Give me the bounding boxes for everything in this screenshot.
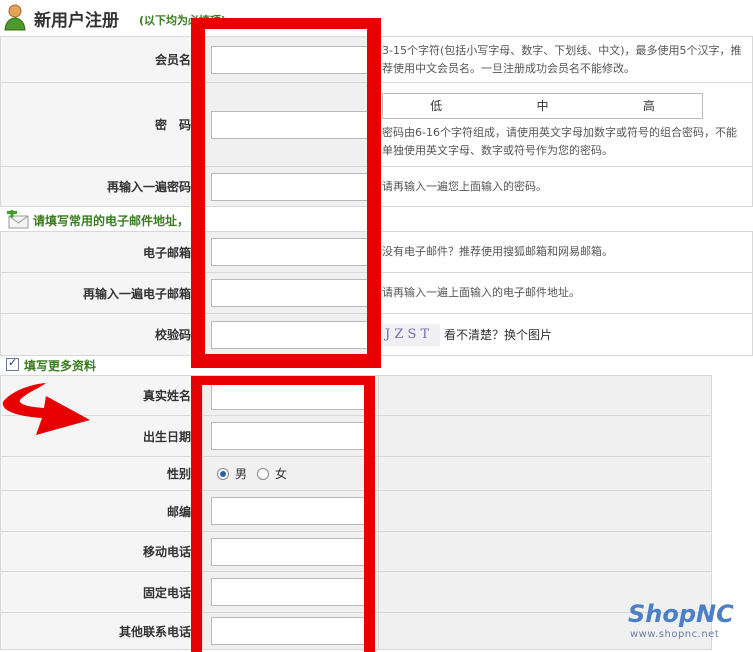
more-info-table: 真实姓名 出生日期 性别 男女 邮编 移动电话 固定电话 其他联系电话	[0, 375, 712, 650]
field-label-captcha: 校验码	[0, 313, 203, 356]
strength-low: 低	[430, 99, 443, 113]
more-info-section-title: 填写更多资料	[24, 359, 97, 373]
email-fields-table: 电子邮箱 没有电子邮件？推荐使用搜狐邮箱和网易邮箱。 再输入一遍电子邮箱 请再输…	[0, 231, 753, 356]
field-label-gender: 性别	[0, 456, 203, 491]
real-name-input[interactable]	[211, 381, 368, 410]
form-row: 其他联系电话	[0, 612, 712, 650]
birthdate-input[interactable]	[211, 422, 368, 450]
form-row: 密 码 低 中 高 密码由6-16个字符组成，请使用英文字母加数字或符号的组合密…	[0, 82, 753, 167]
field-label-phone: 固定电话	[0, 571, 203, 613]
form-row: 会员名 3-15个字符(包括小写字母、数字、下划线、中文)，最多使用5个汉字，推…	[0, 36, 753, 83]
field-label-username: 会员名	[0, 36, 203, 83]
form-row: 邮编	[0, 490, 712, 532]
field-label-email: 电子邮箱	[0, 231, 203, 273]
strength-mid: 中	[536, 99, 549, 113]
gender-female-label: 女	[275, 467, 288, 481]
field-label-postcode: 邮编	[0, 490, 203, 532]
more-info-checkbox[interactable]	[6, 356, 19, 371]
page-header: 新用户注册 (以下均为必填项)	[0, 0, 753, 36]
form-row: 性别 男女	[0, 456, 712, 491]
form-row: 再输入一遍密码 请再输入一遍您上面输入的密码。	[0, 166, 753, 207]
required-note: (以下均为必填项)	[139, 14, 227, 27]
shopnc-logo: ShopNC www.shopnc.net	[626, 600, 746, 644]
confirm-email-hint: 请再输入一遍上面输入的电子邮件地址。	[378, 272, 753, 314]
confirm-password-hint: 请再输入一遍您上面输入的密码。	[378, 166, 753, 207]
form-row: 真实姓名	[0, 375, 712, 416]
strength-high: 高	[642, 99, 655, 113]
form-row: 再输入一遍电子邮箱 请再输入一遍上面输入的电子邮件地址。	[0, 272, 753, 314]
gender-male-label: 男	[235, 467, 248, 481]
password-hint: 密码由6-16个字符组成，请使用英文字母加数字或符号的组合密码，不能单独使用英文…	[382, 126, 737, 157]
captcha-input[interactable]	[211, 320, 368, 349]
form-row: 固定电话	[0, 571, 712, 613]
form-row: 电子邮箱 没有电子邮件？推荐使用搜狐邮箱和网易邮箱。	[0, 231, 753, 273]
phone-input[interactable]	[211, 578, 368, 606]
captcha-cell: J Z S T 看不清楚？换个图片	[378, 313, 753, 356]
logo-name: ShopNC	[628, 600, 734, 628]
red-arrow-icon	[2, 383, 91, 435]
confirm-email-input[interactable]	[211, 279, 368, 307]
username-hint: 3-15个字符(包括小写字母、数字、下划线、中文)，最多使用5个汉字，推荐使用中…	[378, 36, 753, 83]
field-label-confirm-password: 再输入一遍密码	[0, 166, 203, 207]
mobile-input[interactable]	[211, 537, 368, 566]
more-info-section-header: 填写更多资料	[0, 355, 753, 377]
email-section-title: 请填写常用的电子邮件地址，	[33, 214, 190, 228]
field-label-other-phone: 其他联系电话	[0, 612, 203, 650]
email-add-icon	[7, 210, 29, 229]
gender-cell: 男女	[202, 456, 379, 491]
form-row: 移动电话	[0, 531, 712, 572]
required-fields-table: 会员名 3-15个字符(包括小写字母、数字、下划线、中文)，最多使用5个汉字，推…	[0, 36, 753, 207]
postcode-input[interactable]	[211, 497, 368, 525]
confirm-password-input[interactable]	[211, 172, 368, 201]
email-input[interactable]	[211, 238, 368, 266]
email-hint: 没有电子邮件？推荐使用搜狐邮箱和网易邮箱。	[378, 231, 753, 273]
form-row: 出生日期	[0, 415, 712, 457]
field-label-confirm-email: 再输入一遍电子邮箱	[0, 272, 203, 314]
password-input[interactable]	[211, 110, 368, 139]
password-strength-meter: 低 中 高	[382, 93, 703, 119]
email-section-header: 请填写常用的电子邮件地址，	[0, 208, 753, 230]
captcha-refresh-link[interactable]: 看不清楚？换个图片	[444, 328, 552, 342]
logo-url: www.shopnc.net	[630, 629, 720, 640]
other-phone-input[interactable]	[211, 617, 368, 645]
captcha-text: J Z S T	[385, 326, 430, 342]
password-hint-cell: 低 中 高 密码由6-16个字符组成，请使用英文字母加数字或符号的组合密码，不能…	[378, 82, 753, 167]
field-label-password: 密 码	[0, 82, 203, 167]
user-icon	[4, 4, 26, 31]
gender-female-radio[interactable]	[257, 467, 270, 480]
form-row: 校验码 J Z S T 看不清楚？换个图片	[0, 313, 753, 356]
username-input[interactable]	[211, 45, 368, 74]
field-label-mobile: 移动电话	[0, 531, 203, 572]
gender-male-radio[interactable]	[217, 467, 229, 480]
page-title: 新用户注册	[34, 11, 119, 31]
captcha-image[interactable]: J Z S T	[382, 323, 440, 346]
